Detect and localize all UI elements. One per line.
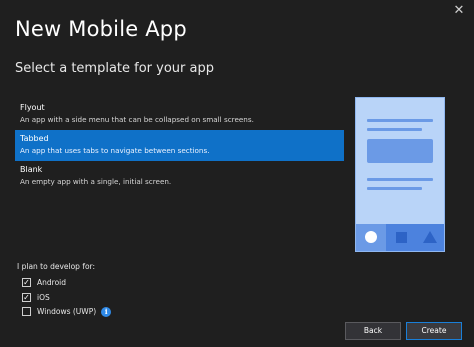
square-icon <box>396 232 407 243</box>
template-preview <box>355 97 445 252</box>
dialog-title: New Mobile App <box>15 17 187 41</box>
template-list: Flyout An app with a side menu that can … <box>15 99 344 192</box>
platform-ios[interactable]: ✓ iOS <box>22 291 50 304</box>
template-item-tabbed[interactable]: Tabbed An app that uses tabs to navigate… <box>15 130 344 161</box>
preview-line <box>367 187 422 190</box>
dialog-subtitle: Select a template for your app <box>15 61 214 76</box>
close-icon[interactable]: ✕ <box>450 2 468 20</box>
template-name: Blank <box>20 165 43 174</box>
template-description: An app that uses tabs to navigate betwee… <box>20 146 210 155</box>
triangle-icon <box>423 231 437 243</box>
template-name: Tabbed <box>20 134 49 143</box>
back-button[interactable]: Back <box>345 322 401 340</box>
template-description: An empty app with a single, initial scre… <box>20 177 172 186</box>
preview-line <box>367 119 433 122</box>
template-description: An app with a side menu that can be coll… <box>20 115 254 124</box>
preview-block <box>367 139 433 163</box>
windows-checkbox[interactable] <box>22 307 31 316</box>
platform-android[interactable]: ✓ Android <box>22 276 66 289</box>
platform-label: Android <box>37 278 66 287</box>
platform-windows[interactable]: Windows (UWP) i <box>22 305 112 318</box>
template-item-flyout[interactable]: Flyout An app with a side menu that can … <box>15 99 344 130</box>
preview-tab-bar <box>356 224 444 251</box>
platforms-label: I plan to develop for: <box>17 262 96 271</box>
preview-line <box>367 128 422 131</box>
preview-line <box>367 178 433 181</box>
android-checkbox[interactable]: ✓ <box>22 278 31 287</box>
platform-label: Windows (UWP) <box>37 307 97 316</box>
template-name: Flyout <box>20 103 45 112</box>
circle-icon <box>365 231 377 243</box>
info-icon[interactable]: i <box>101 306 112 317</box>
create-button[interactable]: Create <box>406 322 462 340</box>
ios-checkbox[interactable]: ✓ <box>22 293 31 302</box>
platform-label: iOS <box>37 293 50 302</box>
template-item-blank[interactable]: Blank An empty app with a single, initia… <box>15 161 344 192</box>
